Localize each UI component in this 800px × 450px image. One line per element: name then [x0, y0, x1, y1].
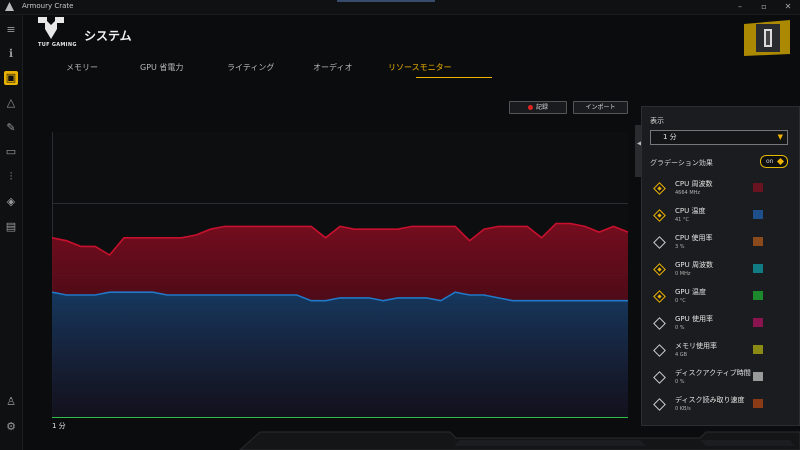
metric-item[interactable]: GPU 使用率 0 %	[650, 313, 790, 339]
tab-memory[interactable]: メモリー	[66, 62, 98, 73]
tab-lighting[interactable]: ライティング	[227, 62, 274, 73]
metric-color-swatch[interactable]	[753, 318, 763, 327]
metric-color-swatch[interactable]	[753, 264, 763, 273]
title-bar: Armoury Crate – ▫ ✕	[0, 0, 800, 15]
tab-resource-monitor[interactable]: リソースモニター	[388, 62, 452, 73]
device-icon[interactable]: ▣	[4, 71, 18, 85]
device-thumbnail[interactable]	[742, 18, 792, 58]
metric-color-swatch[interactable]	[753, 183, 763, 192]
metric-color-swatch[interactable]	[753, 237, 763, 246]
info-icon[interactable]: ℹ	[4, 47, 18, 61]
metric-value: 0 %	[675, 325, 685, 331]
user-icon[interactable]: ♙	[4, 395, 18, 409]
import-button[interactable]: インポート	[573, 101, 628, 114]
title-accent-line	[337, 0, 435, 2]
menu-icon[interactable]: ≡	[4, 23, 18, 37]
metric-name: CPU 周波数	[675, 180, 713, 188]
news-icon[interactable]: ▤	[4, 220, 18, 234]
metric-name: メモリ使用率	[675, 342, 717, 350]
metric-value: 0 °C	[675, 298, 686, 304]
metric-value: 0 KB/s	[675, 406, 691, 412]
scenario-icon[interactable]: ⫶	[4, 170, 18, 184]
metric-color-swatch[interactable]	[753, 399, 763, 408]
metric-checkbox[interactable]	[653, 263, 666, 276]
metric-name: GPU 使用率	[675, 315, 713, 323]
metric-color-swatch[interactable]	[753, 345, 763, 354]
metric-checkbox[interactable]	[653, 209, 666, 222]
app-icon	[5, 2, 14, 11]
metric-item[interactable]: GPU 温度 0 °C	[650, 286, 790, 312]
metric-item[interactable]: ディスクアクティブ時間 0 %	[650, 367, 790, 393]
metric-checkbox[interactable]	[653, 290, 666, 303]
metric-value: 4664 MHz	[675, 190, 701, 196]
aura-icon[interactable]: △	[4, 96, 18, 110]
logo-text: TUF GAMING	[38, 42, 77, 48]
tools-icon[interactable]: ✎	[4, 121, 18, 135]
metric-value: 0 MHz	[675, 271, 691, 277]
metric-value: 3 %	[675, 244, 685, 250]
metric-value: 41 °C	[675, 217, 689, 223]
display-range-select[interactable]: 1 分 ▼	[650, 130, 788, 145]
metric-item[interactable]: CPU 温度 41 °C	[650, 205, 790, 231]
window-title: Armoury Crate	[22, 2, 74, 10]
metric-color-swatch[interactable]	[753, 372, 763, 381]
metric-checkbox[interactable]	[653, 344, 666, 357]
monitor-settings-panel: 表示 1 分 ▼ グラデーション効果 on CPU 周波数 4664 MHz CPU…	[641, 106, 800, 426]
metric-checkbox[interactable]	[653, 371, 666, 384]
tab-audio[interactable]: オーディオ	[313, 62, 352, 73]
metric-checkbox[interactable]	[653, 398, 666, 411]
tab-gpu-power-saving[interactable]: GPU 省電力	[140, 62, 183, 73]
record-icon	[527, 105, 533, 110]
metric-value: 4 GB	[675, 352, 688, 358]
metric-item[interactable]: GPU 周波数 0 MHz	[650, 259, 790, 285]
chart-series	[52, 222, 628, 418]
metric-checkbox[interactable]	[653, 317, 666, 330]
page-title: システム	[84, 29, 132, 43]
metric-color-swatch[interactable]	[753, 210, 763, 219]
footer-decoration	[239, 431, 800, 450]
metric-item[interactable]: メモリ使用率 4 GB	[650, 340, 790, 366]
metric-checkbox[interactable]	[653, 182, 666, 195]
resource-chart	[52, 132, 628, 418]
metric-name: CPU 使用率	[675, 234, 713, 242]
deals-icon[interactable]: ◈	[4, 195, 18, 209]
gradient-effect-label: グラデーション効果	[650, 159, 713, 167]
tab-bar: メモリー GPU 省電力 ライティング オーディオ リソースモニター	[40, 58, 600, 80]
metric-item[interactable]: CPU 使用率 3 %	[650, 232, 790, 258]
metric-checkbox[interactable]	[653, 236, 666, 249]
display-label: 表示	[650, 117, 664, 125]
active-tab-indicator	[416, 77, 492, 78]
metric-item[interactable]: ディスク読み取り速度 0 KB/s	[650, 394, 790, 420]
gradient-effect-toggle[interactable]: on	[760, 155, 788, 168]
game-library-icon[interactable]: ▭	[4, 145, 18, 159]
maximize-button[interactable]: ▫	[757, 1, 771, 13]
series-area	[52, 292, 628, 418]
toggle-knob	[776, 157, 785, 166]
minimize-button[interactable]: –	[733, 1, 747, 13]
metric-item[interactable]: CPU 周波数 4664 MHz	[650, 178, 790, 204]
metric-color-swatch[interactable]	[753, 291, 763, 300]
close-button[interactable]: ✕	[781, 1, 795, 13]
metric-value: 0 %	[675, 379, 685, 385]
record-button[interactable]: 記録	[509, 101, 567, 114]
sidebar: ≡ ℹ ▣ △ ✎ ▭ ⫶ ◈ ▤ ♙ ⚙	[0, 15, 23, 450]
metric-name: ディスク読み取り速度	[675, 396, 745, 404]
metric-name: GPU 温度	[675, 288, 706, 296]
metric-name: GPU 周波数	[675, 261, 713, 269]
tuf-logo-icon	[38, 17, 64, 39]
metric-name: CPU 温度	[675, 207, 706, 215]
dropdown-arrow-icon: ▼	[777, 133, 783, 141]
metric-name: ディスクアクティブ時間	[675, 369, 751, 377]
